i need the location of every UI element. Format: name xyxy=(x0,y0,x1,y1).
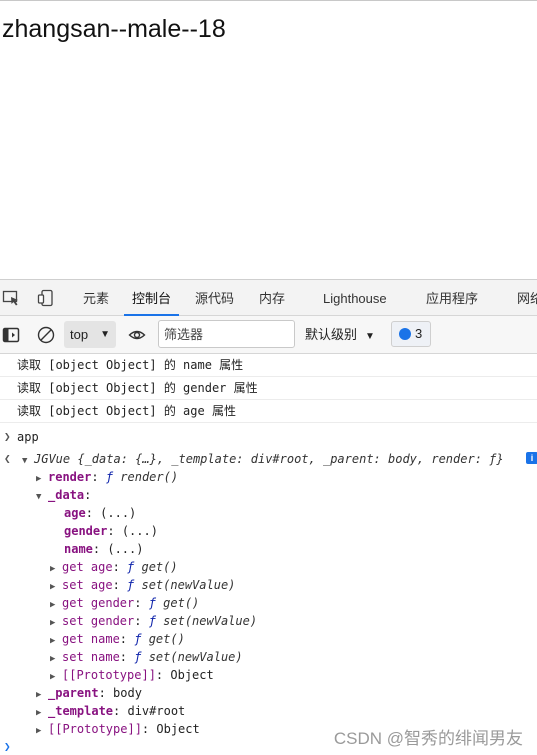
data-prototype[interactable]: ▶ [[Prototype]]: Object xyxy=(50,666,214,686)
page-content: zhangsan--male--18 xyxy=(0,0,537,279)
issues-count: 3 xyxy=(415,326,423,341)
prop-render[interactable]: ▶ render: ƒ render() xyxy=(36,468,178,488)
collapsed-triangle-icon[interactable]: ▶ xyxy=(36,722,48,740)
tab-memory[interactable]: 内存 xyxy=(259,280,285,315)
devtools-tabbar: 元素 控制台 源代码 内存 Lighthouse 应用程序 网络 xyxy=(0,280,537,316)
accessor-set-gender[interactable]: ▶ set gender: ƒ set(newValue) xyxy=(50,612,257,632)
tab-network[interactable]: 网络 xyxy=(517,280,537,315)
accessor-set-name[interactable]: ▶ set name: ƒ set(newValue) xyxy=(50,648,243,668)
accessor-get-age[interactable]: ▶ get age: ƒ get() xyxy=(50,558,178,578)
object-prototype[interactable]: ▶ [[Prototype]]: Object xyxy=(36,720,200,740)
tab-application[interactable]: 应用程序 xyxy=(426,280,478,315)
log-levels-dropdown[interactable]: 默认级别 ▼ xyxy=(305,316,375,353)
log-message: 读取 [object Object] 的 age 属性 xyxy=(0,400,537,423)
object-summary: JGVue {_data: {…}, _template: div#root, … xyxy=(34,452,504,466)
console-toolbar: top ▼ 默认级别 ▼ 3 xyxy=(0,316,537,354)
devtools-panel: 元素 控制台 源代码 内存 Lighthouse 应用程序 网络 top ▼ 默认… xyxy=(0,279,537,755)
issues-button[interactable]: 3 xyxy=(391,321,431,347)
info-icon[interactable]: i xyxy=(526,452,537,464)
prop-name[interactable]: name: (...) xyxy=(64,540,143,558)
log-message: 读取 [object Object] 的 gender 属性 xyxy=(0,377,537,400)
console-output: 读取 [object Object] 的 name 属性 读取 [object … xyxy=(0,354,537,753)
tab-console[interactable]: 控制台 xyxy=(123,280,180,316)
watermark: CSDN @智秀的绯闻男友 xyxy=(333,729,523,748)
prop-age[interactable]: age: (...) xyxy=(64,504,136,522)
accessor-get-gender[interactable]: ▶ get gender: ƒ get() xyxy=(50,594,199,614)
page-heading: zhangsan--male--18 xyxy=(2,15,226,43)
eye-icon[interactable] xyxy=(128,326,146,344)
log-message: 读取 [object Object] 的 name 属性 xyxy=(0,354,537,377)
prop-data[interactable]: ▼ _data: xyxy=(36,486,91,506)
tab-lighthouse[interactable]: Lighthouse xyxy=(323,280,387,315)
chevron-down-icon: ▼ xyxy=(365,331,375,342)
tab-elements[interactable]: 元素 xyxy=(83,280,109,315)
prompt-chevron-icon: ❯ xyxy=(4,740,11,753)
sidebar-toggle-icon[interactable] xyxy=(2,326,20,344)
expanded-triangle-icon[interactable]: ▼ xyxy=(22,452,34,470)
device-toolbar-icon[interactable] xyxy=(37,289,55,307)
prop-template[interactable]: ▶ _template: div#root xyxy=(36,702,185,722)
clear-console-icon[interactable] xyxy=(37,326,55,344)
console-input-text: app xyxy=(17,430,39,444)
inspect-element-icon[interactable] xyxy=(2,289,20,307)
chevron-down-icon: ▼ xyxy=(100,329,110,340)
context-select[interactable]: top ▼ xyxy=(64,321,116,348)
context-select-value: top xyxy=(70,327,89,342)
prop-gender[interactable]: gender: (...) xyxy=(64,522,158,540)
expanded-triangle-icon[interactable]: ▼ xyxy=(36,488,48,506)
tab-sources[interactable]: 源代码 xyxy=(195,280,234,315)
accessor-get-name[interactable]: ▶ get name: ƒ get() xyxy=(50,630,185,650)
result-chevron-icon: ❮ xyxy=(4,452,11,465)
log-levels-label: 默认级别 xyxy=(305,327,358,342)
input-chevron-icon: ❯ xyxy=(4,430,11,443)
prop-parent[interactable]: ▶ _parent: body xyxy=(36,684,142,704)
message-bubble-icon xyxy=(399,328,411,340)
filter-input[interactable] xyxy=(158,320,295,348)
accessor-set-age[interactable]: ▶ set age: ƒ set(newValue) xyxy=(50,576,235,596)
